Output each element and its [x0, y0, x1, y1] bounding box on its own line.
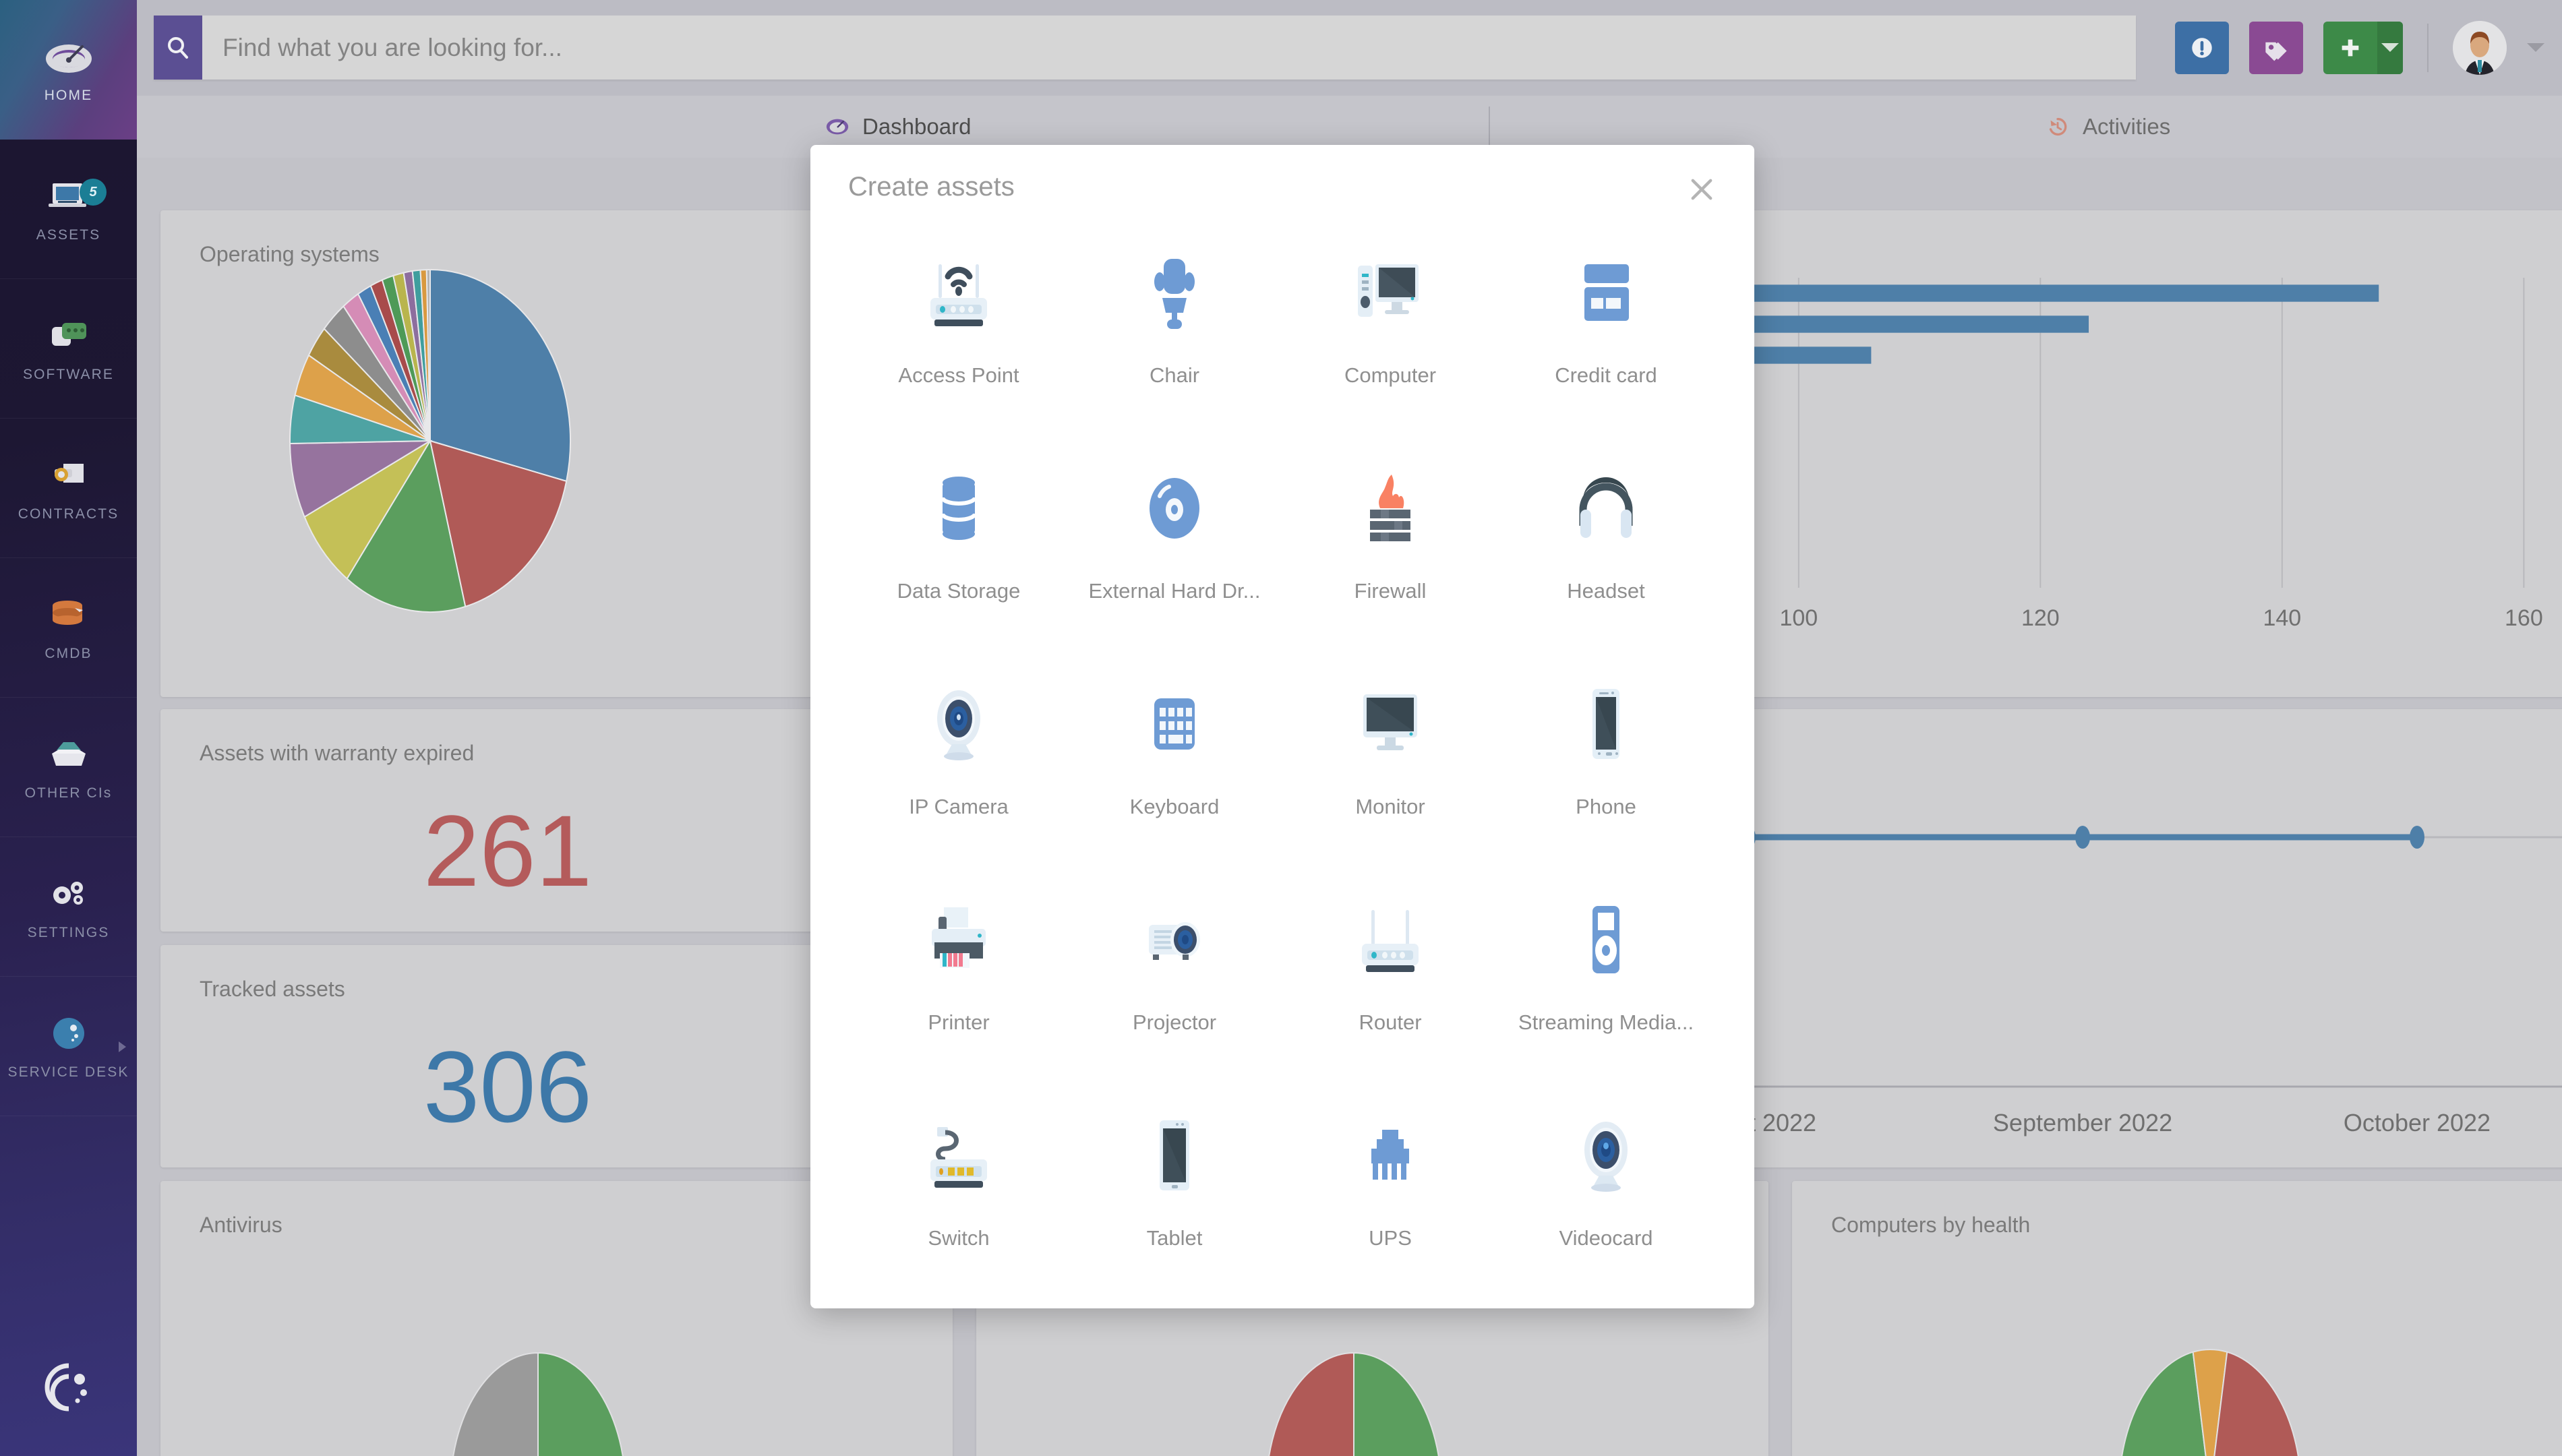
close-icon[interactable]	[1683, 171, 1721, 208]
ups-icon	[1350, 1096, 1431, 1214]
headset-icon	[1566, 449, 1646, 567]
asset-type-label: Firewall	[1354, 579, 1427, 603]
asset-type-label: Router	[1359, 1010, 1422, 1034]
asset-type-tile[interactable]: Credit card	[1498, 216, 1714, 431]
modal-overlay: Create assets Access Point Chair Compute…	[0, 0, 2562, 1456]
create-assets-modal: Create assets Access Point Chair Compute…	[810, 145, 1754, 1308]
asset-type-label: Computer	[1344, 363, 1437, 387]
switch-icon	[918, 1096, 999, 1214]
asset-type-tile[interactable]: Switch	[851, 1079, 1067, 1294]
modal-body: Access Point Chair Computer Credit card	[810, 216, 1754, 1308]
asset-type-tile[interactable]: Monitor	[1282, 647, 1498, 863]
asset-type-tile[interactable]: Headset	[1498, 431, 1714, 647]
asset-type-tile[interactable]: Videocard	[1498, 1079, 1714, 1294]
asset-type-tile[interactable]: Router	[1282, 863, 1498, 1079]
computer-icon	[1350, 233, 1431, 351]
asset-type-label: Keyboard	[1129, 795, 1220, 818]
asset-type-tile[interactable]: External Hard Dr...	[1067, 431, 1282, 647]
phone-icon	[1566, 665, 1646, 783]
asset-type-label: Switch	[928, 1226, 990, 1250]
asset-type-label: Projector	[1132, 1010, 1217, 1034]
asset-type-label: Data Storage	[897, 579, 1021, 603]
asset-type-label: Videocard	[1559, 1226, 1653, 1250]
asset-type-label: Credit card	[1555, 363, 1657, 387]
external-hard-drive-icon	[1134, 449, 1215, 567]
asset-type-tile[interactable]: Phone	[1498, 647, 1714, 863]
projector-icon	[1134, 880, 1215, 998]
access-point-icon	[918, 233, 999, 351]
data-storage-icon	[918, 449, 999, 567]
asset-type-tile[interactable]: Keyboard	[1067, 647, 1282, 863]
modal-header: Create assets	[810, 145, 1754, 216]
asset-type-tile[interactable]: Tablet	[1067, 1079, 1282, 1294]
asset-type-label: Access Point	[898, 363, 1019, 387]
asset-type-label: Printer	[928, 1010, 990, 1034]
app-root: HOME 5 ASSETS SOFTWARE CONTRACTS CMDB OT…	[0, 0, 2562, 1456]
asset-type-label: IP Camera	[909, 795, 1009, 818]
asset-type-label: Phone	[1576, 795, 1636, 818]
asset-type-tile[interactable]: Access Point	[851, 216, 1067, 431]
firewall-icon	[1350, 449, 1431, 567]
chair-icon	[1134, 233, 1215, 351]
credit-card-icon	[1566, 233, 1646, 351]
asset-type-tile[interactable]: Projector	[1067, 863, 1282, 1079]
asset-type-tile[interactable]: UPS	[1282, 1079, 1498, 1294]
asset-type-label: Tablet	[1146, 1226, 1203, 1250]
asset-type-label: Headset	[1567, 579, 1645, 603]
monitor-icon	[1350, 665, 1431, 783]
asset-type-tile[interactable]: IP Camera	[851, 647, 1067, 863]
asset-type-label: Streaming Media...	[1518, 1010, 1694, 1034]
asset-type-tile[interactable]: Chair	[1067, 216, 1282, 431]
asset-type-label: External Hard Dr...	[1088, 579, 1261, 603]
asset-type-tile[interactable]: Computer	[1282, 216, 1498, 431]
printer-icon	[918, 880, 999, 998]
router-icon	[1350, 880, 1431, 998]
asset-type-tile[interactable]: Data Storage	[851, 431, 1067, 647]
asset-type-tile[interactable]: Streaming Media...	[1498, 863, 1714, 1079]
asset-type-tile[interactable]: Firewall	[1282, 431, 1498, 647]
streaming-media-icon	[1566, 880, 1646, 998]
asset-type-grid: Access Point Chair Computer Credit card	[810, 216, 1754, 1294]
tablet-icon	[1134, 1096, 1215, 1214]
asset-type-tile[interactable]: Printer	[851, 863, 1067, 1079]
modal-title: Create assets	[848, 172, 1015, 202]
ip-camera-icon	[918, 665, 999, 783]
asset-type-label: Chair	[1149, 363, 1200, 387]
asset-type-label: Monitor	[1355, 795, 1425, 818]
videocard-icon	[1566, 1096, 1646, 1214]
keyboard-icon	[1134, 665, 1215, 783]
asset-type-label: UPS	[1369, 1226, 1412, 1250]
